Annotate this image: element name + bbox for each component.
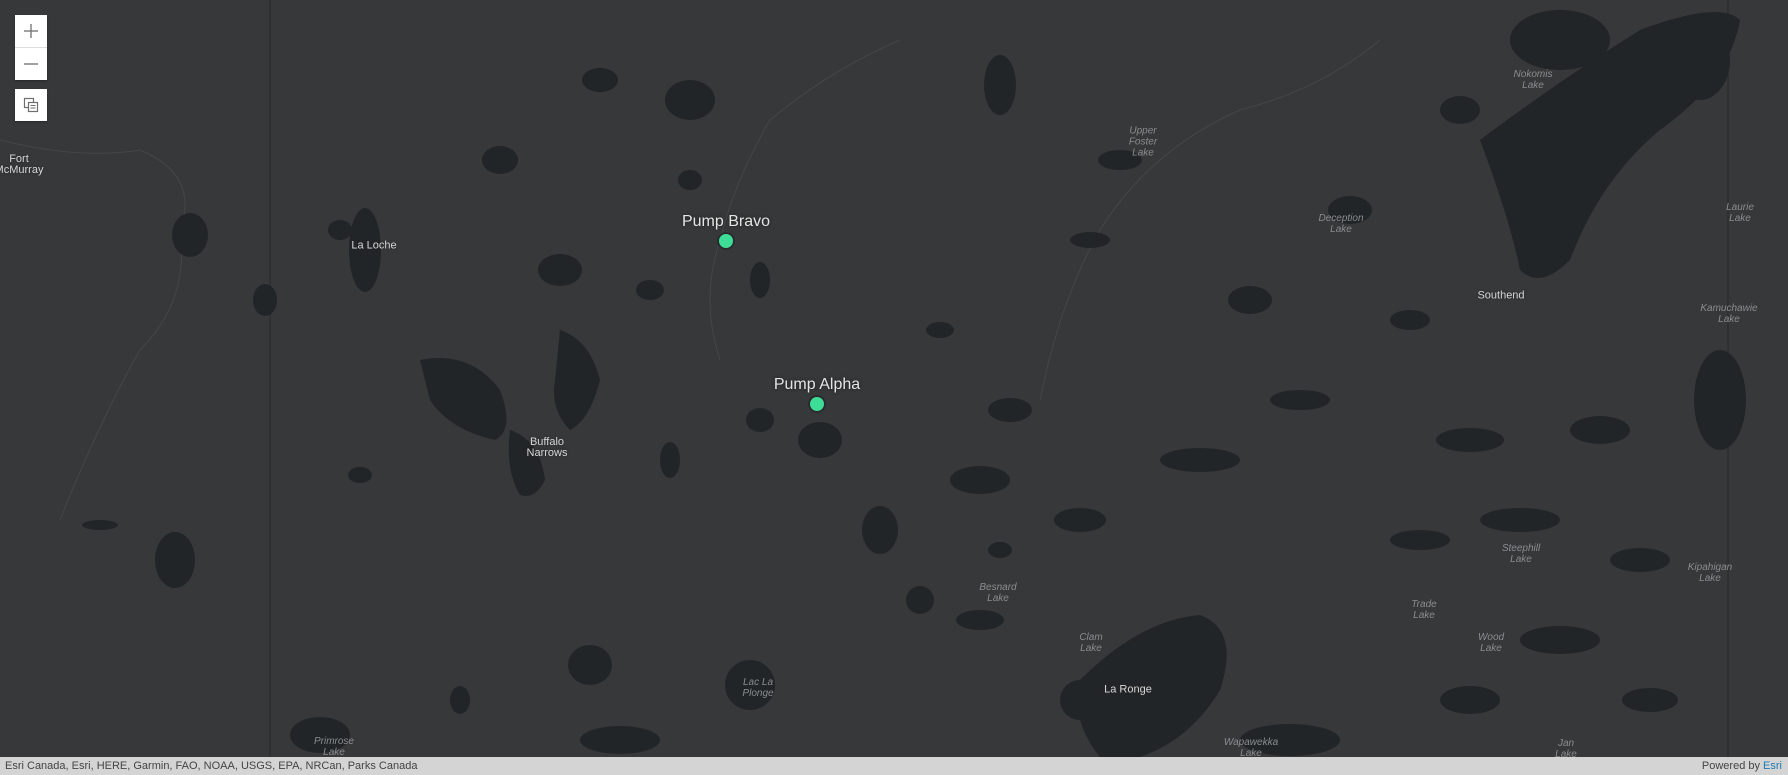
place-label-la-ronge: La Ronge — [1104, 683, 1152, 696]
place-label-buffalo-narrows: Buffalo Narrows — [526, 436, 568, 459]
pump-alpha-label: Pump Alpha — [773, 376, 861, 393]
minus-icon — [24, 63, 38, 65]
map-view[interactable]: Fort McMurray La Loche Buffalo Narrows S… — [0, 0, 1788, 775]
lake-label-besnard: Besnard Lake — [979, 582, 1017, 604]
lake-label-primrose: Primrose Lake — [313, 736, 355, 758]
lake-label-steephill: Steephill Lake — [1501, 543, 1541, 565]
lake-label-wapawekka: Wapawekka Lake — [1223, 737, 1279, 759]
lake-label-clam: Clam Lake — [1079, 632, 1103, 654]
pump-bravo-label: Pump Bravo — [681, 213, 771, 230]
zoom-out-button[interactable] — [15, 47, 47, 80]
pump-bravo-marker[interactable] — [717, 232, 735, 250]
lake-label-kamuchawie: Kamuchawie Lake — [1700, 303, 1758, 325]
river — [709, 39, 901, 361]
lake-label-nokomis: Nokomis Lake — [1513, 69, 1553, 91]
lake-label-kipahigan: Kipahigan Lake — [1687, 562, 1733, 584]
pump-alpha-marker[interactable] — [808, 395, 826, 413]
place-label-fort-mcmurray: Fort McMurray — [0, 153, 44, 176]
esri-link[interactable]: Esri — [1763, 760, 1782, 772]
layers-icon — [23, 97, 39, 113]
lake-label-laurie: Laurie Lake — [1726, 202, 1754, 224]
lake-label-trade: Trade Lake — [1411, 599, 1437, 621]
river — [0, 139, 186, 521]
attribution-bar: Esri Canada, Esri, HERE, Garmin, FAO, NO… — [0, 757, 1788, 775]
place-label-la-loche: La Loche — [351, 239, 397, 252]
lake-label-deception: Deception Lake — [1318, 213, 1364, 235]
attribution-sources: Esri Canada, Esri, HERE, Garmin, FAO, NO… — [5, 760, 418, 772]
powered-by: Powered by Esri — [1701, 760, 1782, 772]
lake-label-upper-foster: Upper Foster Lake — [1128, 125, 1158, 159]
layer-list-button[interactable] — [15, 89, 47, 121]
zoom-in-button[interactable] — [15, 15, 47, 47]
lake-label-wood: Wood Lake — [1477, 632, 1505, 654]
place-label-southend: Southend — [1477, 289, 1525, 302]
basemap-water — [0, 0, 1746, 757]
plus-icon — [24, 24, 38, 38]
zoom-controls — [15, 15, 47, 80]
lake-label-lac-la-plonge: Lac La Plonge — [742, 677, 774, 699]
